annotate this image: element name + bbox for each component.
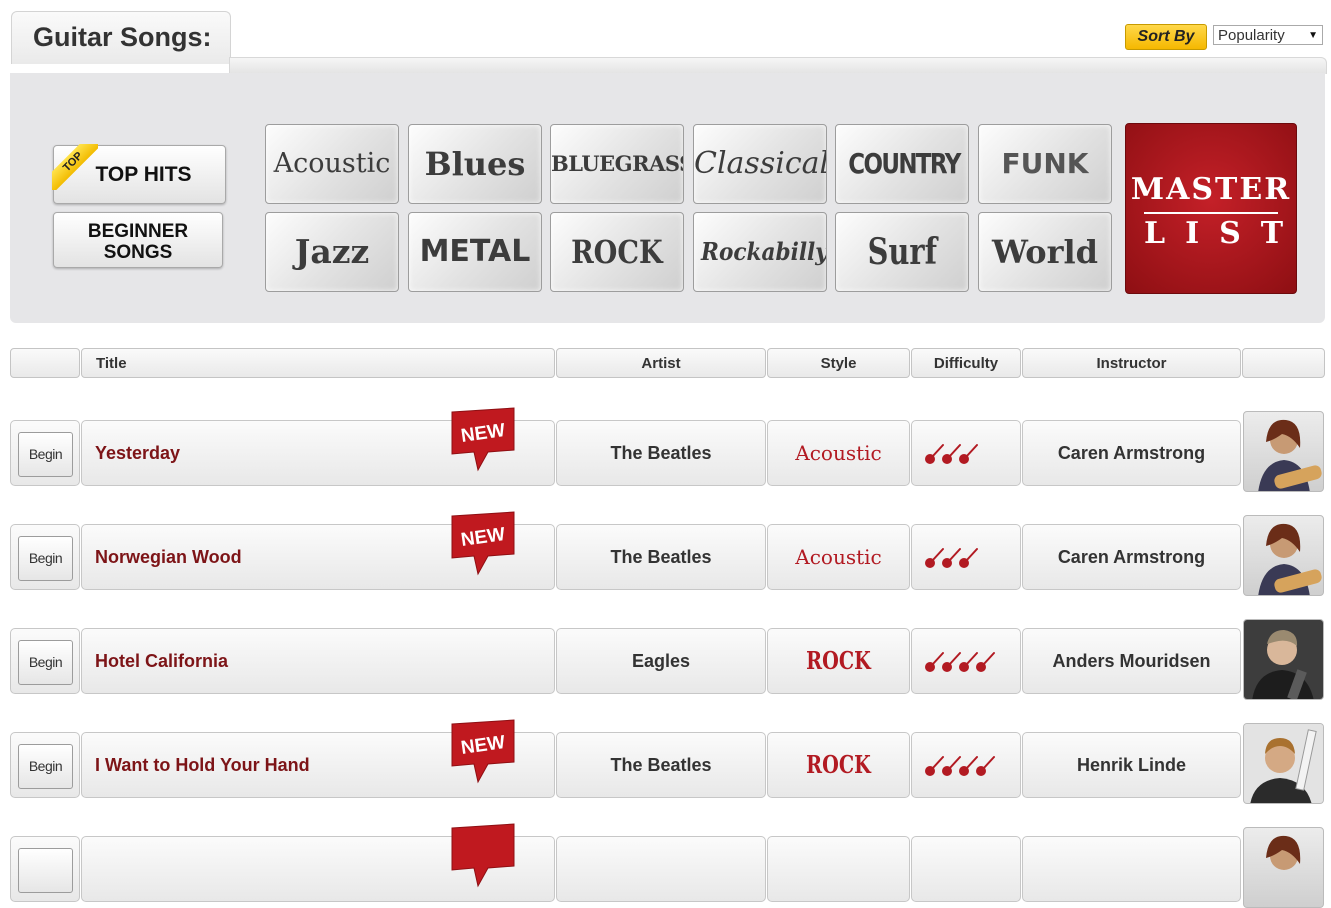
style-tile-world[interactable]: World <box>978 212 1112 292</box>
begin-cell: Begin <box>10 628 80 694</box>
instructor-avatar[interactable] <box>1243 515 1324 596</box>
style-tile-acoustic[interactable]: Acoustic <box>265 124 399 204</box>
sort-select[interactable]: Popularity ▼ <box>1213 25 1323 45</box>
title-cell: Hotel California <box>81 628 555 694</box>
artist-name: The Beatles <box>610 755 712 775</box>
instructor-avatar[interactable] <box>1243 827 1324 908</box>
style-cell: ROCK <box>767 732 910 798</box>
begin-button[interactable]: Begin <box>18 640 73 685</box>
song-title-link[interactable]: Yesterday <box>95 421 180 485</box>
difficulty-cell <box>911 628 1021 694</box>
header-spacer-left <box>10 348 80 378</box>
page-title: Guitar Songs: <box>33 22 212 52</box>
style-tile-classical[interactable]: Classical <box>693 124 827 204</box>
style-tile-bluegrass[interactable]: BLUEGRASS <box>550 124 684 204</box>
style-tile-country[interactable]: COUNTRY <box>835 124 969 204</box>
header-style[interactable]: Style <box>767 348 910 378</box>
instructor-avatar[interactable] <box>1243 411 1324 492</box>
top-badge-icon: TOP <box>52 144 98 190</box>
master-label-line2: LIST <box>1144 216 1304 251</box>
beginner-label-line1: BEGINNER <box>87 221 189 242</box>
begin-cell: Begin <box>10 524 80 590</box>
difficulty-guitars-icon <box>925 548 978 568</box>
style-cell: Acoustic <box>767 524 910 590</box>
song-title-link[interactable]: Norwegian Wood <box>95 525 242 589</box>
header-artist[interactable]: Artist <box>556 348 766 378</box>
instructor-cell <box>1022 836 1241 902</box>
new-badge-icon: NEW <box>451 719 515 784</box>
style-label: ROCK <box>806 750 871 779</box>
header-instructor[interactable]: Instructor <box>1022 348 1241 378</box>
style-tile-rock[interactable]: ROCK <box>550 212 684 292</box>
artist-name: The Beatles <box>610 443 712 463</box>
instructor-name: Caren Armstrong <box>1057 547 1206 567</box>
artist-cell: Eagles <box>556 628 766 694</box>
beginner-label-line2: SONGS <box>103 242 173 263</box>
new-badge-icon <box>451 823 515 888</box>
song-title-link[interactable]: Hotel California <box>95 629 228 693</box>
difficulty-cell <box>911 420 1021 486</box>
difficulty-guitars-icon <box>925 756 995 776</box>
style-tile-jazz[interactable]: Jazz <box>265 212 399 292</box>
style-cell <box>767 836 910 902</box>
artist-cell: The Beatles <box>556 524 766 590</box>
instructor-name: Henrik Linde <box>1076 755 1187 775</box>
header-spacer-right <box>1242 348 1325 378</box>
style-label: Acoustic <box>795 545 882 569</box>
begin-button[interactable]: Begin <box>18 744 73 789</box>
artist-name: Eagles <box>631 651 691 671</box>
style-cell: ROCK <box>767 628 910 694</box>
new-badge-icon: NEW <box>451 407 515 472</box>
difficulty-guitars-icon <box>925 652 995 672</box>
master-label-line1: MASTER <box>1130 172 1292 207</box>
begin-button[interactable]: Begin <box>18 536 73 581</box>
instructor-name: Anders Mouridsen <box>1052 651 1211 671</box>
style-label: Acoustic <box>795 441 882 465</box>
instructor-cell: Anders Mouridsen <box>1022 628 1241 694</box>
difficulty-cell <box>911 732 1021 798</box>
dropdown-arrow-icon: ▼ <box>1308 30 1318 41</box>
beginner-songs-button[interactable]: BEGINNER SONGS <box>53 212 223 268</box>
artist-name: The Beatles <box>610 547 712 567</box>
sort-by-label: Sort By <box>1125 24 1207 50</box>
style-cell: Acoustic <box>767 420 910 486</box>
difficulty-guitars-icon <box>925 444 978 464</box>
style-tile-metal[interactable]: METAL <box>408 212 542 292</box>
difficulty-cell <box>911 524 1021 590</box>
begin-button[interactable] <box>18 848 73 893</box>
artist-cell: The Beatles <box>556 732 766 798</box>
instructor-cell: Caren Armstrong <box>1022 524 1241 590</box>
begin-button[interactable]: Begin <box>18 432 73 477</box>
top-hits-label: TOP HITS <box>95 163 192 186</box>
master-divider <box>1144 212 1278 214</box>
style-tile-rockabilly[interactable]: Rockabilly <box>693 212 827 292</box>
begin-cell: Begin <box>10 732 80 798</box>
style-tile-blues[interactable]: Blues <box>408 124 542 204</box>
style-label: ROCK <box>806 646 871 675</box>
sort-select-value: Popularity <box>1218 27 1285 44</box>
song-title-link[interactable]: I Want to Hold Your Hand <box>95 733 310 797</box>
begin-cell: Begin <box>10 420 80 486</box>
master-list-button[interactable]: MASTER LIST <box>1125 123 1297 294</box>
header-title[interactable]: Title <box>81 348 555 378</box>
artist-cell <box>556 836 766 902</box>
instructor-avatar[interactable] <box>1243 619 1324 700</box>
header-difficulty[interactable]: Difficulty <box>911 348 1021 378</box>
style-tile-funk[interactable]: FUNK <box>978 124 1112 204</box>
difficulty-cell <box>911 836 1021 902</box>
instructor-cell: Caren Armstrong <box>1022 420 1241 486</box>
tab-rail <box>229 57 1327 74</box>
instructor-cell: Henrik Linde <box>1022 732 1241 798</box>
begin-cell <box>10 836 80 902</box>
new-badge-icon: NEW <box>451 511 515 576</box>
instructor-avatar[interactable] <box>1243 723 1324 804</box>
page-tab: Guitar Songs: <box>11 11 231 64</box>
top-hits-button[interactable]: TOP TOP HITS <box>52 144 226 204</box>
artist-cell: The Beatles <box>556 420 766 486</box>
style-tile-surf[interactable]: Surf <box>835 212 969 292</box>
instructor-name: Caren Armstrong <box>1057 443 1206 463</box>
